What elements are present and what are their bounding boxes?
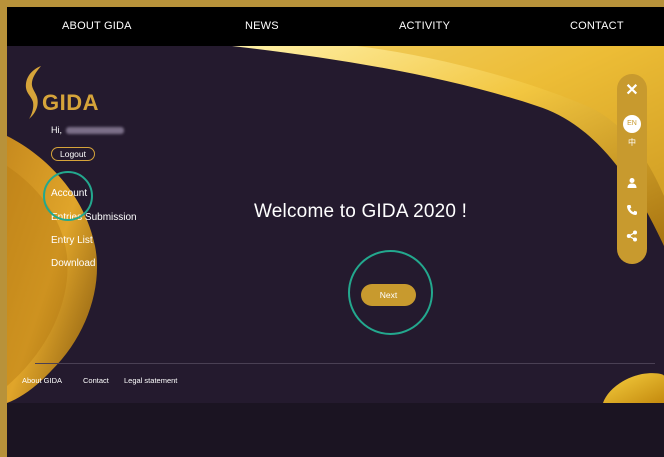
language-en-button[interactable]: EN bbox=[623, 115, 641, 133]
footer-divider bbox=[35, 363, 655, 364]
user-greeting: Hi, bbox=[51, 125, 124, 135]
phone-icon[interactable] bbox=[626, 204, 638, 216]
welcome-heading: Welcome to GIDA 2020 ! bbox=[254, 201, 468, 222]
nav-activity[interactable]: ACTIVITY bbox=[399, 20, 450, 32]
highlight-ring-next bbox=[348, 250, 433, 335]
footer-legal-link[interactable]: Legal statement bbox=[124, 376, 177, 385]
footer-about-link[interactable]: About GIDA bbox=[22, 376, 62, 385]
top-navigation: ABOUT GIDA NEWS ACTIVITY CONTACT bbox=[7, 7, 664, 46]
side-toolbar: ✕ EN 中 bbox=[617, 74, 647, 264]
language-zh-button[interactable]: 中 bbox=[617, 137, 647, 148]
share-icon[interactable] bbox=[626, 230, 638, 242]
blurred-username bbox=[66, 127, 124, 135]
menu-entry-list[interactable]: Entry List bbox=[51, 235, 93, 246]
logo-text[interactable]: GIDA bbox=[42, 90, 99, 116]
gold-swoosh-decoration bbox=[7, 46, 664, 403]
nav-contact[interactable]: CONTACT bbox=[570, 20, 624, 32]
main-stage: GIDA Hi, Logout Account Entries Submissi… bbox=[7, 46, 664, 403]
close-icon[interactable]: ✕ bbox=[617, 80, 647, 100]
footer-contact-link[interactable]: Contact bbox=[83, 376, 109, 385]
highlight-ring-account bbox=[43, 171, 93, 221]
user-icon[interactable] bbox=[626, 177, 638, 189]
menu-download[interactable]: Download bbox=[51, 258, 95, 269]
logout-button[interactable]: Logout bbox=[51, 147, 95, 161]
nav-about[interactable]: ABOUT GIDA bbox=[62, 20, 132, 32]
lower-band bbox=[7, 403, 664, 457]
page-frame: ABOUT GIDA NEWS ACTIVITY CONTACT GIDA Hi… bbox=[7, 7, 664, 457]
nav-news[interactable]: NEWS bbox=[245, 20, 279, 32]
